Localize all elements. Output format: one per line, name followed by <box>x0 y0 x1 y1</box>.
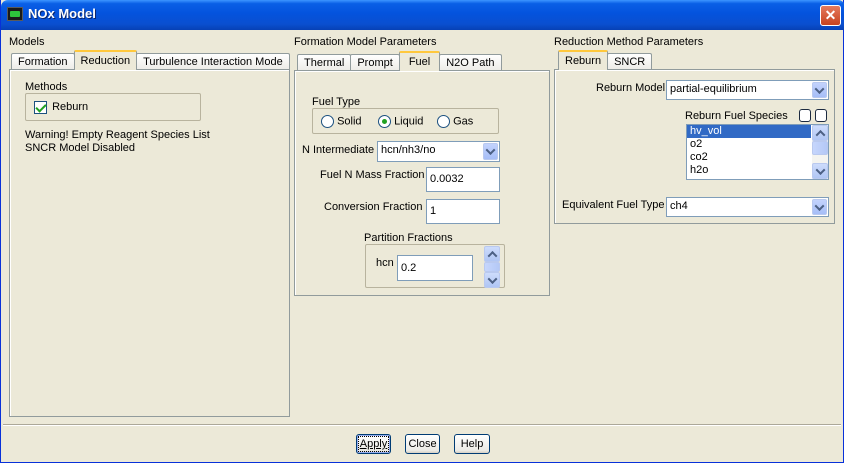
app-icon <box>7 7 23 21</box>
help-button[interactable]: Help <box>454 434 490 454</box>
scroll-down-icon[interactable] <box>812 163 828 179</box>
tab-thermal[interactable]: Thermal <box>297 54 352 71</box>
models-panel: Methods Reburn Warning! Empty Reagent Sp… <box>9 69 290 417</box>
formation-section-label: Formation Model Parameters <box>294 36 437 48</box>
fuel-type-gas-option[interactable]: Gas <box>437 115 473 128</box>
partition-fractions-label: Partition Fractions <box>364 232 453 244</box>
gas-label: Gas <box>453 115 474 128</box>
scroll-up-icon[interactable] <box>812 125 828 141</box>
equivalent-fuel-type-label: Equivalent Fuel Type <box>562 199 665 211</box>
reburn-model-value: partial-equilibrium <box>670 83 757 95</box>
species-item-hv-vol[interactable]: hv_vol <box>687 125 811 138</box>
close-window-button[interactable]: ✕ <box>820 5 841 26</box>
tab-prompt[interactable]: Prompt <box>350 54 400 71</box>
formation-tabs: Thermal Prompt Fuel N2O Path <box>297 51 502 71</box>
equivalent-fuel-type-dropdown[interactable]: ch4 <box>666 197 829 217</box>
reburn-label: Reburn <box>52 101 89 114</box>
window-title: NOx Model <box>28 6 96 21</box>
reburn-fuel-species-label: Reburn Fuel Species <box>685 110 788 122</box>
solid-radio[interactable] <box>321 115 334 128</box>
nox-model-dialog: NOx Model ✕ Models Formation Reduction T… <box>0 0 844 463</box>
n-intermediate-label: N Intermediate <box>302 144 375 156</box>
species-scrollbar[interactable] <box>812 125 828 179</box>
tab-sncr[interactable]: SNCR <box>607 53 653 70</box>
liquid-label: Liquid <box>394 115 424 128</box>
n-intermediate-value: hcn/nh3/no <box>381 144 436 156</box>
fuel-type-group: Solid Liquid Gas <box>312 108 499 134</box>
help-label: Help <box>460 438 484 450</box>
species-item-o2[interactable]: o2 <box>687 138 811 151</box>
reduction-section-label: Reduction Method Parameters <box>554 36 704 48</box>
n-intermediate-dropdown[interactable]: hcn/nh3/no <box>377 141 500 162</box>
reduction-panel: Reburn Model partial-equilibrium Reburn … <box>554 69 835 224</box>
equivalent-fuel-type-value: ch4 <box>670 200 688 212</box>
fuel-type-liquid-option[interactable]: Liquid <box>378 115 423 128</box>
chevron-down-icon[interactable] <box>483 143 498 160</box>
liquid-radio[interactable] <box>378 115 391 128</box>
reburn-model-dropdown[interactable]: partial-equilibrium <box>666 80 829 100</box>
partition-fractions-group: hcn 0.2 <box>365 244 505 288</box>
scroll-down-icon[interactable] <box>484 272 500 288</box>
fuel-type-label: Fuel Type <box>312 96 361 108</box>
tab-reduction[interactable]: Reduction <box>73 50 138 70</box>
scroll-up-icon[interactable] <box>484 246 500 262</box>
tab-turbulence-interaction-mode[interactable]: Turbulence Interaction Mode <box>136 53 290 70</box>
apply-button[interactable]: Apply <box>356 434 391 454</box>
deselect-all-toggle[interactable] <box>815 109 827 122</box>
button-bar-separator <box>3 424 841 426</box>
tab-reburn[interactable]: Reburn <box>558 50 609 70</box>
scroll-thumb[interactable] <box>812 141 828 155</box>
close-button[interactable]: Close <box>405 434 440 454</box>
select-all-toggle[interactable] <box>799 109 811 122</box>
species-item-co2[interactable]: co2 <box>687 151 811 164</box>
formation-panel: Fuel Type Solid Liquid Gas N Intermediat… <box>294 70 550 296</box>
close-label: Close <box>408 438 437 450</box>
chevron-down-icon[interactable] <box>812 82 827 98</box>
scroll-thumb[interactable] <box>484 262 500 272</box>
partition-scrollbar[interactable] <box>484 245 500 289</box>
methods-label: Methods <box>25 81 68 93</box>
tab-fuel[interactable]: Fuel <box>398 51 441 71</box>
tab-n2o-path[interactable]: N2O Path <box>439 54 502 71</box>
partition-species-label: hcn <box>376 257 394 269</box>
reburn-checkbox-row[interactable]: Reburn <box>34 101 88 114</box>
reduction-tabs: Reburn SNCR <box>558 50 653 70</box>
chevron-down-icon[interactable] <box>812 199 827 215</box>
conversion-fraction-input[interactable]: 1 <box>426 199 500 224</box>
solid-label: Solid <box>337 115 362 128</box>
apply-label: Apply <box>357 436 390 452</box>
reburn-checkbox[interactable] <box>34 101 47 114</box>
models-tabs: Formation Reduction Turbulence Interacti… <box>11 50 290 70</box>
sncr-status-text: SNCR Model Disabled <box>25 142 136 154</box>
gas-radio[interactable] <box>437 115 450 128</box>
title-bar[interactable]: NOx Model ✕ <box>1 0 844 30</box>
methods-group: Reburn <box>25 93 201 121</box>
partition-fraction-input[interactable]: 0.2 <box>397 255 473 281</box>
tab-formation[interactable]: Formation <box>11 53 75 70</box>
conversion-fraction-label: Conversion Fraction <box>324 201 423 213</box>
fuel-type-solid-option[interactable]: Solid <box>321 115 362 128</box>
fuel-n-mass-fraction-input[interactable]: 0.0032 <box>426 167 500 192</box>
species-item-h2o[interactable]: h2o <box>687 164 811 177</box>
reburn-fuel-species-list[interactable]: hv_vol o2 co2 h2o <box>686 124 829 180</box>
reburn-model-label: Reburn Model <box>596 82 666 94</box>
fuel-n-mass-fraction-label: Fuel N Mass Fraction <box>320 169 425 181</box>
close-icon: ✕ <box>824 7 837 23</box>
warning-text: Warning! Empty Reagent Species List <box>25 129 210 141</box>
models-section-label: Models <box>9 36 45 48</box>
